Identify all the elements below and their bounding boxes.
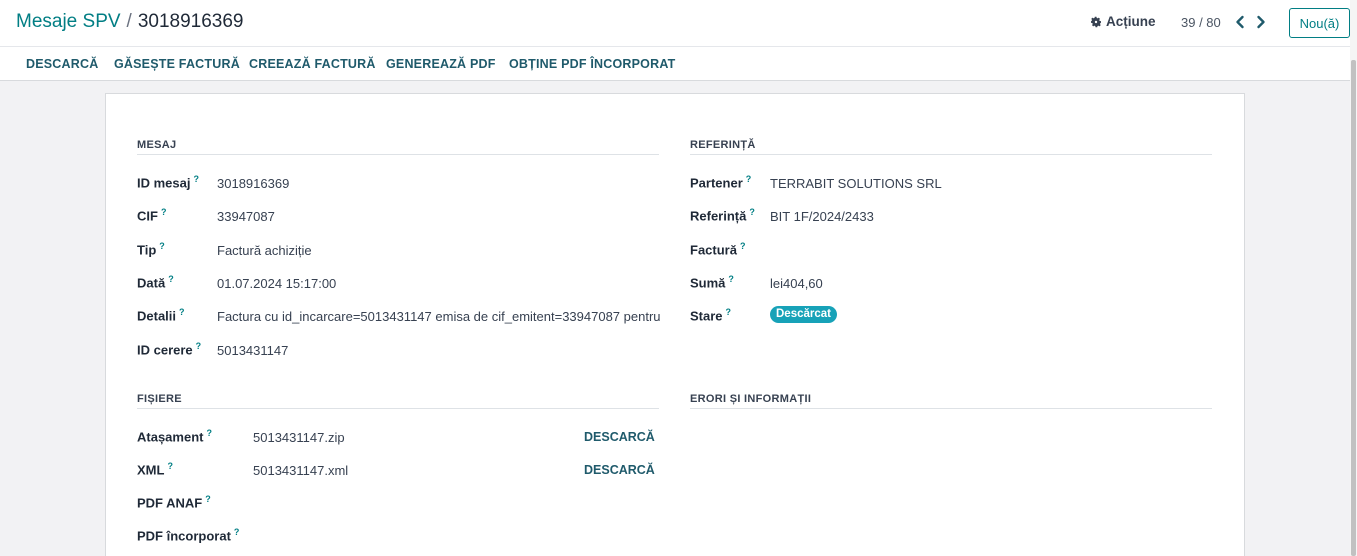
field-label-referinta: Referință? — [690, 207, 755, 224]
chevron-left-icon[interactable] — [1233, 14, 1247, 30]
field-label-detalii: Detalii? — [137, 307, 185, 324]
pager-value[interactable]: 39 / 80 — [1181, 15, 1221, 30]
gear-icon — [1091, 16, 1101, 27]
help-icon[interactable]: ? — [740, 241, 746, 251]
field-value-cif: 33947087 — [217, 209, 275, 224]
field-label-pdf-incorporat: PDF încorporat? — [137, 527, 240, 544]
help-icon[interactable]: ? — [167, 461, 173, 471]
status-badge: Descărcat — [770, 306, 837, 323]
field-value-partener[interactable]: TERRABIT SOLUTIONS SRL — [770, 176, 942, 191]
section-header-referinta: REFERINȚĂ — [690, 139, 1212, 155]
field-value-data: 01.07.2024 15:17:00 — [217, 276, 337, 291]
help-icon[interactable]: ? — [206, 428, 212, 438]
field-value-referinta: BIT 1F/2024/2433 — [770, 209, 874, 224]
field-label-id-mesaj: ID mesaj? — [137, 174, 199, 191]
generate-pdf-button[interactable]: GENEREAZĂ PDF — [386, 57, 496, 71]
help-icon[interactable]: ? — [234, 527, 240, 537]
help-icon[interactable]: ? — [726, 307, 732, 317]
create-invoice-button[interactable]: CREEAZĂ FACTURĂ — [249, 57, 376, 71]
help-icon[interactable]: ? — [205, 494, 211, 504]
download-button[interactable]: DESCARCĂ — [26, 57, 98, 71]
help-icon[interactable]: ? — [196, 341, 202, 351]
find-invoice-button[interactable]: GĂSEȘTE FACTURĂ — [114, 57, 240, 71]
get-embedded-pdf-button[interactable]: OBȚINE PDF ÎNCORPORAT — [509, 57, 675, 71]
section-header-erori: ERORI ȘI INFORMAȚII — [690, 393, 1212, 409]
breadcrumb-separator: / — [126, 11, 132, 32]
statusbar-buttons: DESCARCĂ GĂSEȘTE FACTURĂ CREEAZĂ FACTURĂ… — [0, 46, 1350, 81]
field-label-suma: Sumă? — [690, 274, 734, 291]
help-icon[interactable]: ? — [161, 207, 167, 217]
field-value-id-mesaj: 3018916369 — [217, 176, 290, 191]
field-label-xml: XML? — [137, 461, 173, 478]
form-sheet — [105, 93, 1245, 556]
breadcrumb-parent-link[interactable]: Mesaje SPV — [16, 11, 121, 32]
download-xml-button[interactable]: DESCARCĂ — [584, 463, 655, 477]
help-icon[interactable]: ? — [728, 274, 734, 284]
section-header-mesaj: MESAJ — [137, 139, 659, 155]
chevron-right-icon[interactable] — [1254, 14, 1268, 30]
record-title: 3018916369 — [137, 11, 244, 32]
field-label-factura: Factură? — [690, 241, 746, 258]
field-value-atasament: 5013431147.zip — [253, 430, 345, 445]
actions-menu-button[interactable]: Acțiune — [1090, 14, 1156, 29]
help-icon[interactable]: ? — [749, 207, 755, 217]
help-icon[interactable]: ? — [193, 174, 199, 184]
new-record-button[interactable]: Nou(ă) — [1289, 8, 1350, 38]
field-label-atasament: Atașament? — [137, 428, 212, 445]
field-label-partener: Partener? — [690, 174, 752, 191]
help-icon[interactable]: ? — [168, 274, 174, 284]
scrollbar[interactable] — [1350, 0, 1357, 556]
field-value-detalii: Factura cu id_incarcare=5013431147 emisa… — [217, 309, 661, 324]
control-panel: Mesaje SPV/3018916369 Acțiune 39 / 80 No… — [0, 0, 1350, 46]
help-icon[interactable]: ? — [746, 174, 752, 184]
field-label-pdf-anaf: PDF ANAF? — [137, 494, 211, 511]
help-icon[interactable]: ? — [159, 241, 165, 251]
help-icon[interactable]: ? — [179, 307, 185, 317]
field-value-suma: lei404,60 — [770, 276, 823, 291]
field-label-stare: Stare? — [690, 307, 732, 324]
actions-label: Acțiune — [1106, 14, 1156, 29]
breadcrumb: Mesaje SPV/3018916369 — [16, 11, 244, 33]
download-attachment-button[interactable]: DESCARCĂ — [584, 430, 655, 444]
field-value-xml: 5013431147.xml — [253, 463, 349, 478]
field-label-data: Dată? — [137, 274, 174, 291]
field-value-tip: Factură achiziție — [217, 243, 312, 258]
field-value-id-cerere: 5013431147 — [217, 343, 289, 358]
field-label-id-cerere: ID cerere? — [137, 341, 202, 358]
section-header-fisiere: FIȘIERE — [137, 393, 659, 409]
field-label-tip: Tip? — [137, 241, 165, 258]
field-label-cif: CIF? — [137, 207, 167, 224]
scrollbar-thumb[interactable] — [1351, 60, 1356, 556]
